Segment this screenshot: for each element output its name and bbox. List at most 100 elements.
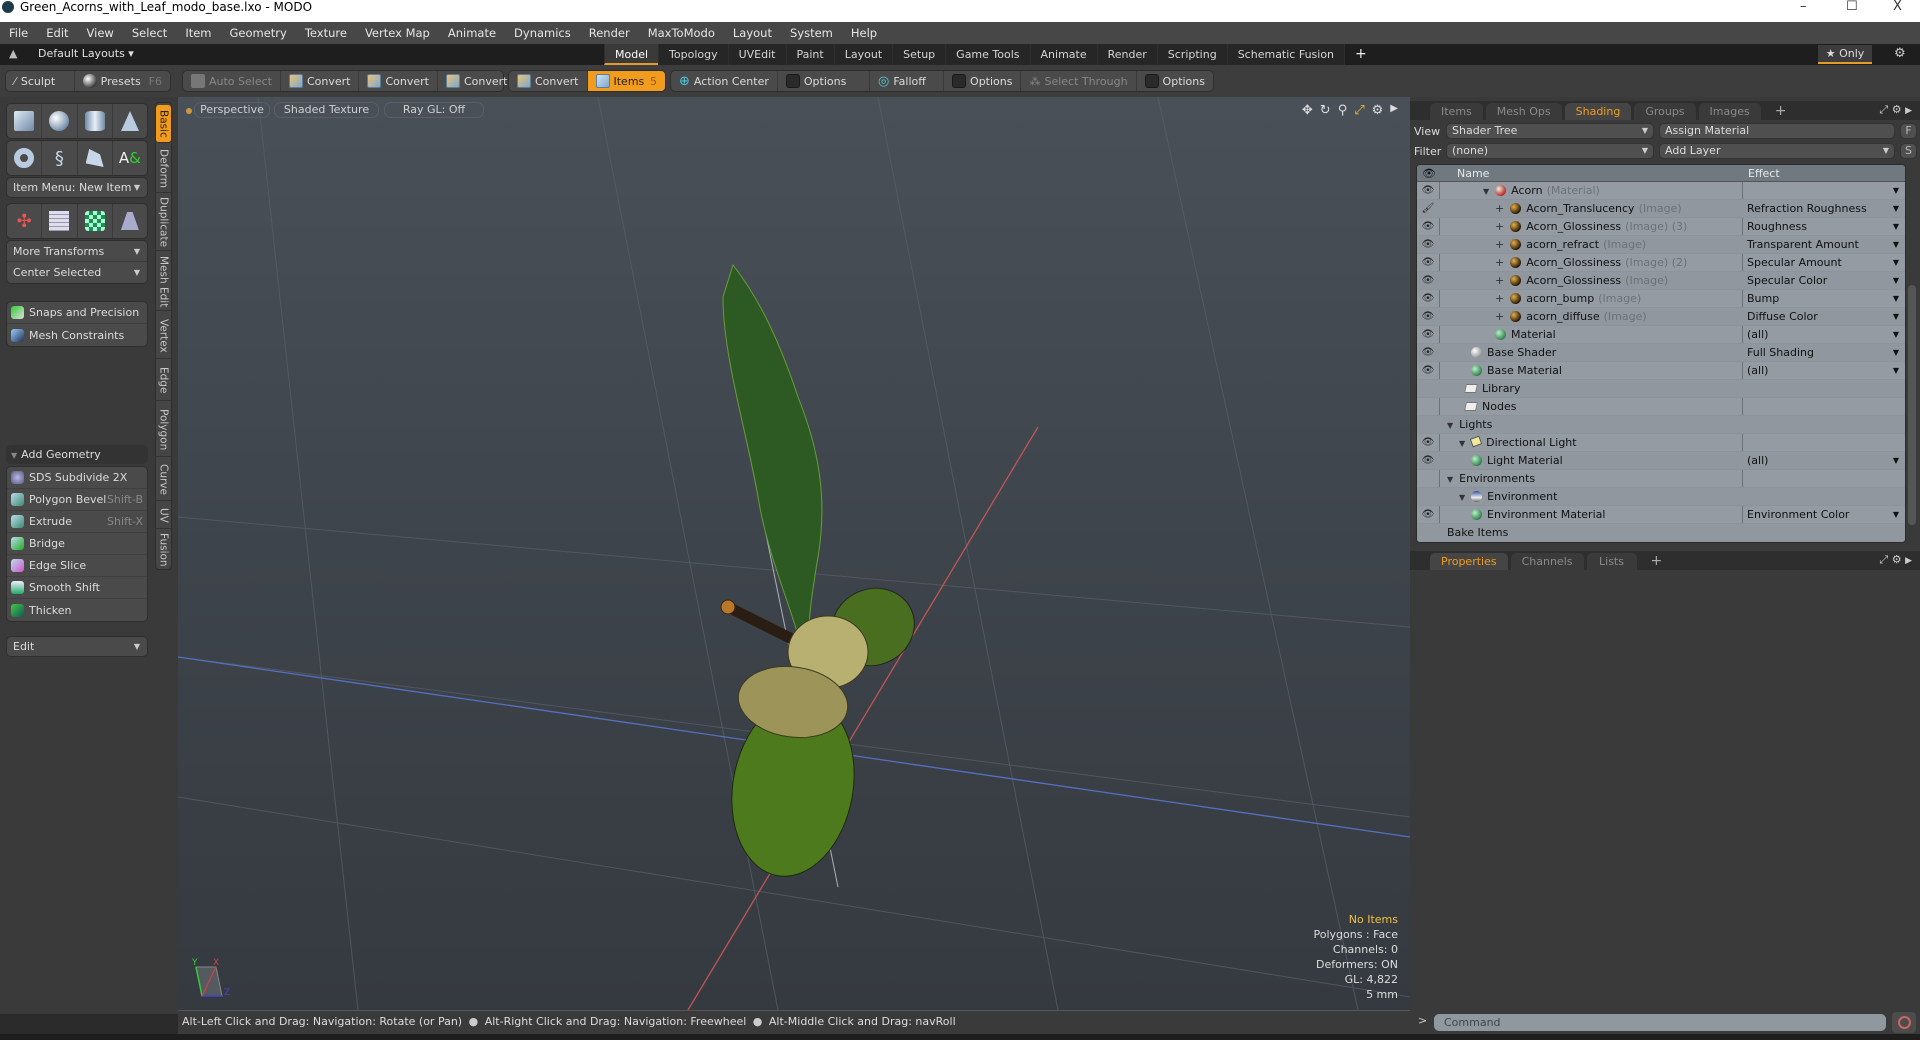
- menu-dynamics[interactable]: Dynamics: [505, 26, 580, 40]
- center-selected-dropdown[interactable]: Center Selected ▼: [7, 262, 147, 283]
- shader-tree-row[interactable]: ▼ Environment: [1417, 488, 1905, 506]
- cone-primitive-button[interactable]: [113, 104, 147, 138]
- vtab-uv[interactable]: UV: [156, 503, 171, 529]
- effect-dropdown-icon[interactable]: ▼: [1893, 186, 1899, 195]
- action-center-options-button[interactable]: Options: [778, 71, 871, 91]
- effect-value[interactable]: Specular Color: [1747, 274, 1827, 287]
- menu-animate[interactable]: Animate: [439, 26, 505, 40]
- shader-tree-row[interactable]: ▼ Environments: [1417, 470, 1905, 488]
- view-dropdown[interactable]: Shader Tree ▼: [1446, 123, 1654, 139]
- effect-value[interactable]: Environment Color: [1747, 508, 1849, 521]
- cube-primitive-button[interactable]: [7, 104, 43, 138]
- tab-properties[interactable]: Properties: [1430, 553, 1508, 570]
- panel-settings-icon[interactable]: ⚙: [1892, 553, 1902, 566]
- snaps-and-precision-button[interactable]: Snaps and Precision: [7, 302, 147, 324]
- vtab-deform[interactable]: Deform: [156, 145, 171, 193]
- menu-help[interactable]: Help: [842, 26, 886, 40]
- assign-material-button[interactable]: Assign Material: [1659, 123, 1895, 139]
- menu-edit[interactable]: Edit: [37, 26, 77, 40]
- collapse-triangle-icon[interactable]: ▼: [1447, 475, 1453, 484]
- collapse-triangle-icon[interactable]: ▼: [1447, 421, 1453, 430]
- menu-texture[interactable]: Texture: [296, 26, 356, 40]
- record-macro-button[interactable]: [1892, 1012, 1916, 1033]
- tab-lists[interactable]: Lists: [1586, 553, 1637, 570]
- edit-dropdown[interactable]: Edit ▼: [6, 636, 148, 657]
- shader-tree-row[interactable]: 👁 + acorn_refract (Image) Transparent Amount…: [1417, 236, 1905, 254]
- rotate-icon[interactable]: ↻: [1320, 103, 1331, 118]
- vtab-vertex[interactable]: Vertex: [156, 313, 171, 359]
- vtab-curve[interactable]: Curve: [156, 459, 171, 501]
- action-center-button[interactable]: ⊕ Action Center: [671, 71, 778, 91]
- s-button[interactable]: S: [1900, 143, 1917, 159]
- effect-value[interactable]: Bump: [1747, 292, 1779, 305]
- fit-view-icon[interactable]: ⤢: [1354, 103, 1364, 118]
- effect-dropdown-icon[interactable]: ▼: [1893, 330, 1899, 339]
- capsule-primitive-button[interactable]: §: [42, 141, 78, 175]
- command-input[interactable]: Command: [1434, 1014, 1886, 1031]
- menu-geometry[interactable]: Geometry: [221, 26, 296, 40]
- tab-layout[interactable]: Layout: [833, 44, 893, 65]
- smooth-shift-button[interactable]: Smooth Shift: [7, 577, 147, 599]
- effect-dropdown-icon[interactable]: ▼: [1893, 348, 1899, 357]
- tab-animate[interactable]: Animate: [1029, 44, 1097, 65]
- shader-tree-row[interactable]: ▼ Lights: [1417, 416, 1905, 434]
- shader-tree-row[interactable]: Library: [1417, 380, 1905, 398]
- menu-item[interactable]: Item: [176, 26, 220, 40]
- visibility-eye-icon[interactable]: 👁: [1421, 365, 1435, 377]
- vtab-edge[interactable]: Edge: [156, 361, 171, 401]
- visibility-eye-icon[interactable]: 👁: [1421, 293, 1435, 305]
- thicken-button[interactable]: Thicken: [7, 599, 147, 621]
- effect-value[interactable]: Roughness: [1747, 220, 1807, 233]
- uv-checker-button[interactable]: [78, 204, 113, 238]
- visibility-eye-icon[interactable]: 👁: [1421, 455, 1435, 467]
- menu-render[interactable]: Render: [580, 26, 639, 40]
- expand-plus-icon[interactable]: +: [1495, 310, 1504, 323]
- maximize-panel-icon[interactable]: ⤢: [1879, 103, 1888, 116]
- expand-plus-icon[interactable]: +: [1495, 292, 1504, 305]
- menu-view[interactable]: View: [78, 26, 123, 40]
- falloff-options-button[interactable]: Options: [944, 71, 1022, 91]
- cylinder-primitive-button[interactable]: [78, 104, 113, 138]
- shader-tree-row[interactable]: 👁 + Acorn_Glossiness (Image) (3) Roughness ▼: [1417, 218, 1905, 236]
- collapse-triangle-icon[interactable]: ▼: [1459, 493, 1465, 502]
- tab-uvedit[interactable]: UVEdit: [727, 44, 786, 65]
- pan-icon[interactable]: ✥: [1302, 103, 1313, 118]
- collapse-triangle-icon[interactable]: ▼: [1459, 439, 1465, 448]
- shader-tree-row[interactable]: 👁 + Acorn_Glossiness (Image) Specular Color ▼: [1417, 272, 1905, 290]
- visibility-eye-icon[interactable]: 👁: [1421, 329, 1435, 341]
- shader-tree-row[interactable]: 👁 + Acorn_Glossiness (Image) (2) Specular Am…: [1417, 254, 1905, 272]
- menu-select[interactable]: Select: [123, 26, 176, 40]
- zoom-icon[interactable]: ⚲: [1338, 103, 1348, 118]
- paint-brush-icon[interactable]: 🖌: [1421, 203, 1435, 215]
- vtab-duplicate[interactable]: Duplicate: [156, 195, 171, 251]
- tab-model[interactable]: Model: [604, 44, 659, 65]
- extrude-button[interactable]: Extrude Shift-X: [7, 511, 147, 533]
- soft-drag-button[interactable]: [42, 204, 78, 238]
- only-toggle[interactable]: ★ Only: [1818, 45, 1872, 64]
- shader-tree-row[interactable]: 👁 Environment Material Environment Color ▼: [1417, 506, 1905, 524]
- effect-value[interactable]: Diffuse Color: [1747, 310, 1818, 323]
- effect-value[interactable]: Refraction Roughness: [1747, 202, 1867, 215]
- tab-channels[interactable]: Channels: [1510, 553, 1584, 570]
- items-mode-button[interactable]: Items 5: [587, 71, 665, 91]
- effect-value[interactable]: (all): [1747, 454, 1768, 467]
- visibility-eye-icon[interactable]: 👁: [1421, 221, 1435, 233]
- shader-tree-row[interactable]: 👁 Material (all) ▼: [1417, 326, 1905, 344]
- effect-dropdown-icon[interactable]: ▼: [1893, 294, 1899, 303]
- sphere-primitive-button[interactable]: [42, 104, 78, 138]
- tab-scripting[interactable]: Scripting: [1156, 44, 1227, 65]
- presets-button[interactable]: Presets F6: [75, 71, 170, 91]
- menu-layout[interactable]: Layout: [724, 26, 781, 40]
- tab-setup[interactable]: Setup: [892, 44, 946, 65]
- pen-tool-button[interactable]: [78, 141, 113, 175]
- visibility-eye-icon[interactable]: 👁: [1421, 509, 1435, 521]
- expand-plus-icon[interactable]: +: [1495, 256, 1504, 269]
- effect-value[interactable]: Specular Amount: [1747, 256, 1842, 269]
- menu-vertex-map[interactable]: Vertex Map: [356, 26, 439, 40]
- minimize-button[interactable]: –: [1800, 0, 1807, 14]
- expand-plus-icon[interactable]: +: [1495, 238, 1504, 251]
- effect-value[interactable]: Transparent Amount: [1747, 238, 1859, 251]
- visibility-eye-icon[interactable]: 👁: [1421, 257, 1435, 269]
- effect-value[interactable]: (all): [1747, 328, 1768, 341]
- convert-vertices-button[interactable]: Convert: [281, 71, 360, 91]
